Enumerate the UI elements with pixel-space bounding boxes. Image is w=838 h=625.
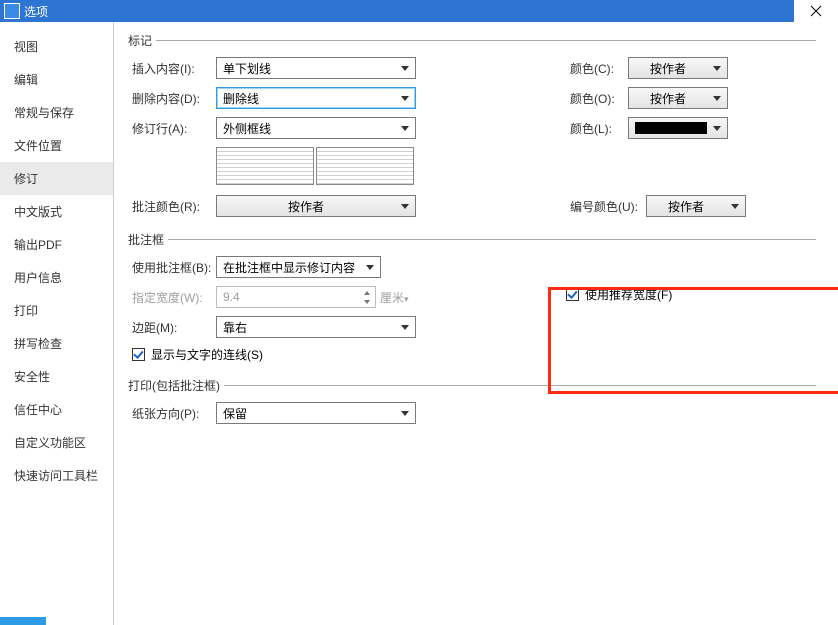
comment-color-dropdown[interactable]: 按作者 [216, 195, 416, 217]
sidebar-item[interactable]: 常规与保存 [0, 96, 113, 129]
insert-color-label: 颜色(C): [566, 60, 628, 77]
sidebar-item[interactable]: 拼写检查 [0, 327, 113, 360]
group-balloons-title: 批注框 [128, 231, 164, 248]
width-unit: 厘米▾ [380, 289, 409, 306]
use-balloons-label: 使用批注框(B): [128, 259, 216, 276]
close-button[interactable] [794, 0, 838, 22]
sidebar-item[interactable]: 打印 [0, 294, 113, 327]
revised-color-label: 颜色(L): [566, 120, 628, 137]
revised-label: 修订行(A): [128, 120, 216, 137]
preview-pane-left [216, 147, 314, 185]
group-balloons: 批注框 使用批注框(B): 在批注框中显示修订内容 指定宽度(W): 厘米▾ [128, 231, 816, 371]
revised-dropdown[interactable]: 外侧框线 [216, 117, 416, 139]
width-spinner[interactable] [216, 286, 376, 308]
comment-color-label: 批注颜色(R): [128, 198, 216, 215]
insert-color-dropdown[interactable]: 按作者 [628, 57, 728, 79]
chevron-down-icon [397, 90, 413, 106]
sidebar: 视图编辑常规与保存文件位置修订中文版式输出PDF用户信息打印拼写检查安全性信任中… [0, 22, 114, 625]
sidebar-item[interactable]: 快速访问工具栏 [0, 459, 113, 492]
main-panel: 标记 插入内容(I): 单下划线 删除内容(D): 删除线 修订行(A): 外侧… [114, 22, 838, 625]
group-print: 打印(包括批注框) 纸张方向(P): 保留 [128, 377, 816, 424]
app-icon [4, 3, 20, 19]
sidebar-item[interactable]: 用户信息 [0, 261, 113, 294]
chevron-down-icon [397, 405, 413, 421]
sidebar-item[interactable]: 中文版式 [0, 195, 113, 228]
chevron-down-icon [397, 198, 413, 214]
use-balloons-dropdown[interactable]: 在批注框中显示修订内容 [216, 256, 381, 278]
sidebar-item[interactable]: 文件位置 [0, 129, 113, 162]
bottom-accent [0, 617, 46, 625]
chevron-down-icon [397, 120, 413, 136]
group-marking: 标记 插入内容(I): 单下划线 删除内容(D): 删除线 修订行(A): 外侧… [128, 32, 816, 225]
delete-color-label: 颜色(O): [566, 90, 628, 107]
chevron-down-icon [709, 60, 725, 76]
margin-dropdown[interactable]: 靠右 [216, 316, 416, 338]
group-marking-title: 标记 [128, 32, 152, 49]
show-lines-checkbox[interactable]: 显示与文字的连线(S) [132, 346, 263, 363]
sidebar-item[interactable]: 视图 [0, 30, 113, 63]
sidebar-item[interactable]: 修订 [0, 162, 113, 195]
delete-dropdown[interactable]: 删除线 [216, 87, 416, 109]
spinner-down-icon[interactable] [360, 297, 374, 306]
close-icon [810, 5, 822, 17]
chevron-down-icon [727, 198, 743, 214]
sidebar-item[interactable]: 编辑 [0, 63, 113, 96]
preview-pane-right [316, 147, 414, 185]
sidebar-item[interactable]: 信任中心 [0, 393, 113, 426]
titlebar: 选项 [0, 0, 838, 22]
color-swatch [635, 122, 707, 134]
width-input[interactable] [217, 290, 375, 304]
sidebar-item[interactable]: 输出PDF [0, 228, 113, 261]
spinner-up-icon[interactable] [360, 288, 374, 297]
chevron-down-icon [362, 259, 378, 275]
sidebar-item[interactable]: 安全性 [0, 360, 113, 393]
chevron-down-icon [709, 90, 725, 106]
numbering-color-dropdown[interactable]: 按作者 [646, 195, 746, 217]
checkbox-icon [132, 348, 145, 361]
group-print-title: 打印(包括批注框) [128, 377, 220, 394]
margin-label: 边距(M): [128, 319, 216, 336]
delete-label: 删除内容(D): [128, 90, 216, 107]
chevron-down-icon [397, 319, 413, 335]
use-rec-width-checkbox[interactable]: 使用推荐宽度(F) [566, 286, 672, 303]
orientation-label: 纸张方向(P): [128, 405, 216, 422]
window-title: 选项 [24, 3, 48, 20]
width-label: 指定宽度(W): [128, 289, 216, 306]
insert-label: 插入内容(I): [128, 60, 216, 77]
checkbox-icon [566, 288, 579, 301]
sidebar-item[interactable]: 自定义功能区 [0, 426, 113, 459]
chevron-down-icon [709, 120, 725, 136]
orientation-dropdown[interactable]: 保留 [216, 402, 416, 424]
delete-color-dropdown[interactable]: 按作者 [628, 87, 728, 109]
show-lines-label: 显示与文字的连线(S) [151, 346, 263, 363]
use-rec-width-label: 使用推荐宽度(F) [585, 286, 672, 303]
insert-dropdown[interactable]: 单下划线 [216, 57, 416, 79]
chevron-down-icon [397, 60, 413, 76]
numbering-color-label: 编号颜色(U): [566, 198, 646, 215]
revision-preview [216, 147, 816, 185]
revised-color-dropdown[interactable] [628, 117, 728, 139]
